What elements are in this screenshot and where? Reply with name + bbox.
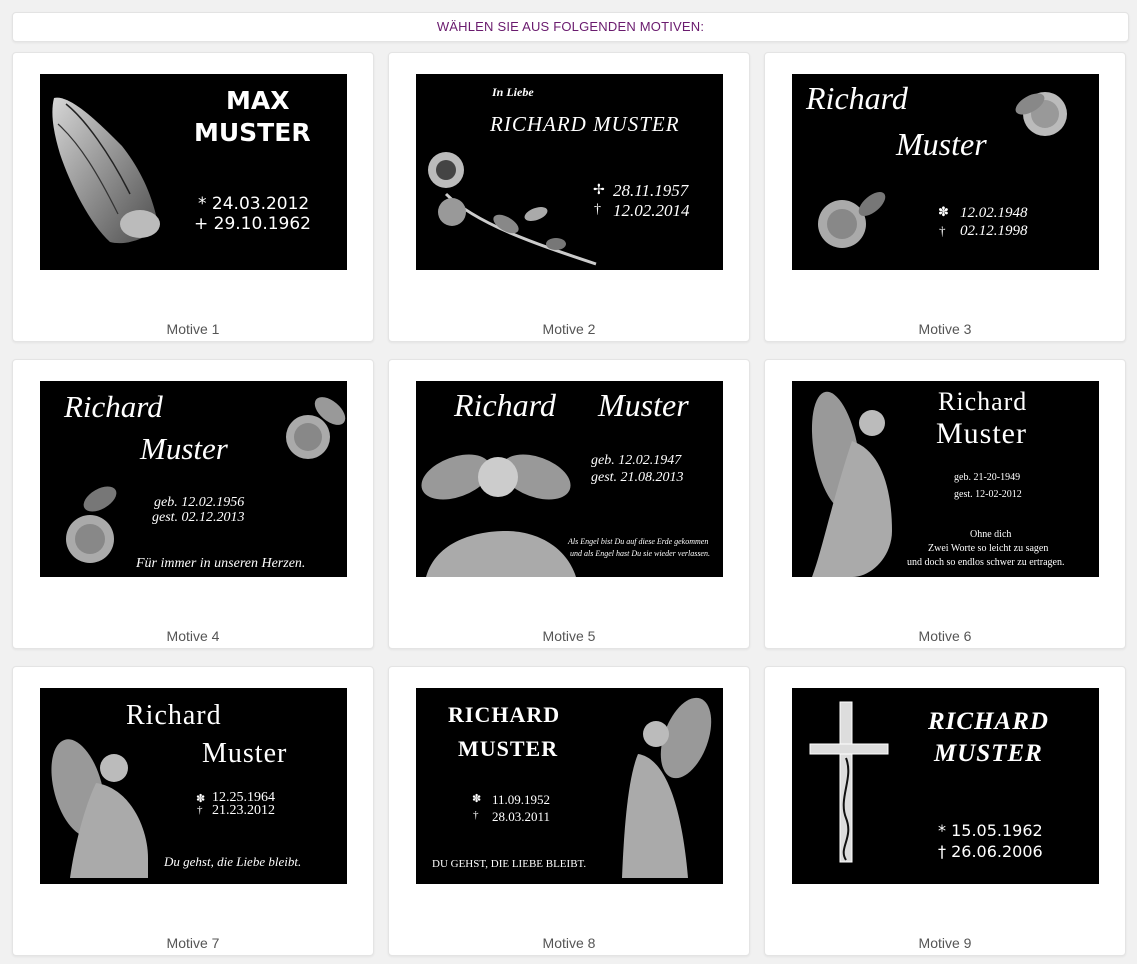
page-title: WÄHLEN SIE AUS FOLGENDEN MOTIVEN: — [12, 12, 1129, 42]
name-line-1: Richard — [938, 387, 1028, 416]
symbol-2: † — [594, 202, 601, 217]
plate-preview: Richard Muster geb. 21-20-1949 gest. 12-… — [792, 381, 1099, 577]
name-line-2: MUSTER — [934, 740, 1043, 767]
symbol-2: † — [197, 804, 203, 816]
date-line-2: gest. 21.08.2013 — [591, 470, 684, 485]
plate-preview: RICHARD MUSTER * 15.05.1962 † 26.06.2006 — [792, 688, 1099, 884]
name-line-2: Muster — [936, 417, 1027, 450]
motive-card-3[interactable]: Richard Muster ✽ 12.02.1948 † 02.12.1998… — [764, 52, 1126, 342]
quote-line-1: Ohne dich — [970, 529, 1012, 540]
quote-line: Du gehst, die Liebe bleibt. — [164, 854, 302, 869]
name-line: RICHARD MUSTER — [490, 112, 680, 136]
motive-caption: Motive 4 — [166, 628, 220, 644]
symbol-1: ✽ — [472, 793, 482, 805]
name-line-1: RICHARD — [928, 708, 1049, 735]
motive-caption: Motive 9 — [918, 935, 972, 951]
plate-preview: Richard Muster geb. 12.02.1947 gest. 21.… — [416, 381, 723, 577]
symbol-2: † — [939, 223, 946, 238]
motive-card-5[interactable]: Richard Muster geb. 12.02.1947 gest. 21.… — [388, 359, 750, 649]
date-line-2: gest. 12-02-2012 — [954, 489, 1022, 500]
name-line-2: MUSTER — [458, 736, 559, 761]
intro-text: In Liebe — [492, 85, 534, 99]
date-line-2: 12.02.2014 — [613, 201, 690, 220]
date-line-2: † 26.06.2006 — [938, 842, 1043, 861]
name-line-1: Richard — [126, 700, 222, 731]
date-line-1: 12.02.1948 — [960, 205, 1028, 221]
plate-preview: Richard Muster ✽ 12.02.1948 † 02.12.1998 — [792, 74, 1099, 270]
name-line-2: Muster — [202, 738, 288, 769]
motive-card-6[interactable]: Richard Muster geb. 21-20-1949 gest. 12-… — [764, 359, 1126, 649]
date-line-1: * 15.05.1962 — [938, 821, 1043, 840]
motive-caption: Motive 6 — [918, 628, 972, 644]
name-line-2: Muster — [896, 126, 987, 162]
motive-card-7[interactable]: Richard Muster ✽ 12.25.1964 † 21.23.2012… — [12, 666, 374, 956]
date-line-2: + 29.10.1962 — [194, 214, 311, 234]
name-line-2: Muster — [140, 431, 228, 466]
name-line-2: Muster — [598, 387, 689, 423]
motive-caption: Motive 8 — [542, 935, 596, 951]
motive-caption: Motive 7 — [166, 935, 220, 951]
motive-card-9[interactable]: RICHARD MUSTER * 15.05.1962 † 26.06.2006… — [764, 666, 1126, 956]
motive-caption: Motive 1 — [166, 321, 220, 337]
name-line-1: MAX — [226, 86, 290, 115]
quote-line-3: und doch so endlos schwer zu ertragen. — [907, 557, 1065, 568]
motive-caption: Motive 3 — [918, 321, 972, 337]
symbol-2: † — [473, 809, 479, 821]
date-line-1: geb. 21-20-1949 — [954, 472, 1021, 483]
symbol-1: ✽ — [938, 204, 949, 219]
date-line-2: 28.03.2011 — [492, 809, 551, 824]
name-line-1: Richard — [806, 80, 908, 116]
date-line-1: * 24.03.2012 — [198, 194, 310, 214]
date-line-2: gest. 02.12.2013 — [152, 510, 245, 525]
date-line-1: geb. 12.02.1947 — [591, 453, 682, 468]
motive-caption: Motive 2 — [542, 321, 596, 337]
date-line-2: 02.12.1998 — [960, 223, 1028, 239]
quote-line-2: und als Engel hast Du sie wieder verlass… — [570, 549, 710, 558]
quote-line: Für immer in unseren Herzen. — [136, 556, 306, 571]
date-line-1: 28.11.1957 — [613, 181, 689, 200]
motive-card-1[interactable]: MAX MUSTER * 24.03.2012 + 29.10.1962 Mot… — [12, 52, 374, 342]
rose-image — [428, 152, 597, 266]
plate-preview: RICHARD MUSTER ✽ 11.09.1952 † 28.03.2011… — [416, 688, 723, 884]
symbol-1: ✢ — [593, 183, 605, 198]
date-line-1: 11.09.1952 — [492, 792, 551, 807]
plate-preview: Richard Muster geb. 12.02.1956 gest. 02.… — [40, 381, 347, 577]
date-line-1: geb. 12.02.1956 — [154, 495, 245, 510]
date-line-2: 21.23.2012 — [212, 803, 275, 818]
motive-card-2[interactable]: In Liebe RICHARD MUSTER ✢ 28.11.1957 † 1… — [388, 52, 750, 342]
plate-preview: MAX MUSTER * 24.03.2012 + 29.10.1962 — [40, 74, 347, 270]
name-line-1: RICHARD — [448, 702, 561, 727]
motive-caption: Motive 5 — [542, 628, 596, 644]
quote-line-2: Zwei Worte so leicht zu sagen — [928, 543, 1049, 554]
quote-line-1: Als Engel bist Du auf diese Erde gekomme… — [568, 537, 709, 546]
plate-preview: In Liebe RICHARD MUSTER ✢ 28.11.1957 † 1… — [416, 74, 723, 270]
quote-line: DU GEHST, DIE LIEBE BLEIBT. — [432, 858, 587, 870]
motive-card-8[interactable]: RICHARD MUSTER ✽ 11.09.1952 † 28.03.2011… — [388, 666, 750, 956]
name-line-2: MUSTER — [194, 118, 311, 147]
name-line-1: Richard — [64, 389, 163, 424]
praying-hands-image — [52, 97, 160, 244]
plate-preview: Richard Muster ✽ 12.25.1964 † 21.23.2012… — [40, 688, 347, 884]
motive-card-4[interactable]: Richard Muster geb. 12.02.1956 gest. 02.… — [12, 359, 374, 649]
name-line-1: Richard — [454, 387, 556, 423]
